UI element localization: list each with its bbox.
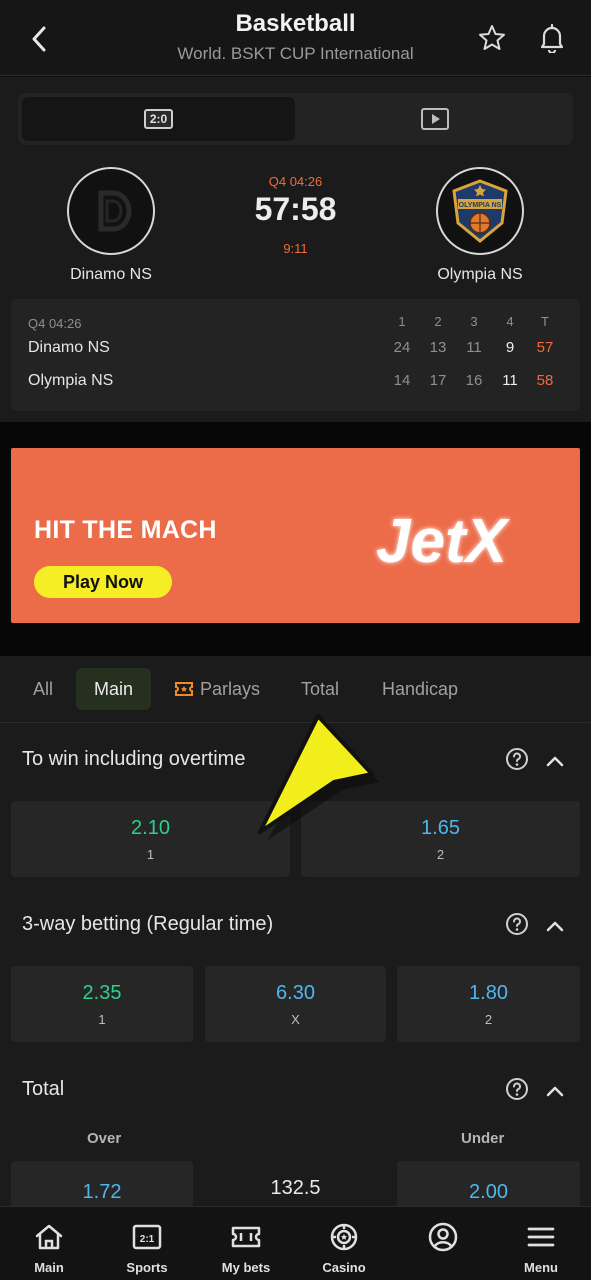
nav-my-bets[interactable]: My bets bbox=[197, 1207, 295, 1280]
score-cell: 14 bbox=[393, 372, 411, 389]
help-icon[interactable] bbox=[505, 747, 529, 771]
odd-value: 1.80 bbox=[469, 982, 508, 1004]
odd-value: 1.72 bbox=[82, 1181, 122, 1203]
score-cell: 16 bbox=[465, 372, 483, 389]
odd-value: 2.10 bbox=[131, 817, 170, 839]
odd-button[interactable]: 1.80 2 bbox=[397, 966, 580, 1042]
total-score-cell: 57 bbox=[536, 339, 554, 356]
odd-button[interactable]: 1.72 bbox=[11, 1161, 193, 1206]
svg-text:2:1: 2:1 bbox=[140, 1234, 155, 1245]
tab-all[interactable]: All bbox=[33, 668, 53, 710]
team2-name: Olympia NS bbox=[437, 266, 523, 283]
olympia-logo-icon: OLYMPIA NS bbox=[452, 179, 508, 243]
score-cell: 17 bbox=[429, 372, 447, 389]
odd-label: 1 bbox=[98, 1012, 106, 1027]
jetx-logo: JetX bbox=[376, 507, 511, 576]
chevron-up-icon[interactable] bbox=[543, 915, 567, 939]
nav-casino-label: Casino bbox=[322, 1260, 366, 1275]
team1-name: Dinamo NS bbox=[70, 266, 152, 283]
score-cell: 9 bbox=[505, 339, 515, 356]
chevron-up-icon[interactable] bbox=[543, 1080, 567, 1104]
match-scoreboard-section: 2:0 Dinamo NS Q4 04:26 57:58 9:11 OLYMPI… bbox=[0, 77, 591, 422]
odd-button[interactable]: 2.10 1 bbox=[11, 801, 290, 877]
tab-main[interactable]: Main bbox=[76, 668, 151, 710]
chevron-up-icon[interactable] bbox=[543, 750, 567, 774]
odd-label: X bbox=[291, 1012, 300, 1027]
odd-button[interactable]: 2.35 1 bbox=[11, 966, 193, 1042]
bottom-navigation: Main 2:1 Sports My bets Casino Menu bbox=[0, 1206, 591, 1280]
odd-value: 6.30 bbox=[276, 982, 315, 1004]
view-toggle: 2:0 bbox=[18, 93, 573, 145]
score-view-icon: 2:0 bbox=[143, 109, 174, 129]
score-view-tab[interactable]: 2:0 bbox=[22, 97, 295, 141]
bell-icon bbox=[540, 23, 564, 53]
total-line: 132.5 bbox=[270, 1177, 321, 1199]
nav-menu[interactable]: Menu bbox=[492, 1207, 590, 1280]
tab-handicap[interactable]: Handicap bbox=[382, 668, 458, 710]
under-column-header: Under bbox=[461, 1130, 505, 1147]
parlay-ticket-icon bbox=[175, 682, 193, 696]
score-cell: 24 bbox=[393, 339, 411, 356]
odd-button[interactable]: 6.30 X bbox=[205, 966, 386, 1042]
odd-value: 2.35 bbox=[82, 982, 122, 1004]
odd-value: 2.00 bbox=[469, 1181, 508, 1203]
nav-main-label: Main bbox=[34, 1260, 64, 1275]
help-icon[interactable] bbox=[505, 1077, 529, 1101]
home-icon bbox=[35, 1224, 63, 1250]
play-video-icon bbox=[421, 108, 449, 130]
scoreboard-team1: Dinamo NS bbox=[28, 339, 110, 356]
odd-label: 2 bbox=[484, 1012, 493, 1027]
period-header: 3 bbox=[470, 314, 478, 329]
banner-headline: HIT THE MACH bbox=[34, 516, 217, 544]
jetx-logo-text: JetX bbox=[376, 507, 511, 576]
star-icon bbox=[479, 25, 505, 50]
video-view-tab[interactable] bbox=[300, 97, 570, 141]
nav-main[interactable]: Main bbox=[0, 1207, 98, 1280]
total-score-cell: 58 bbox=[536, 372, 554, 389]
chip-icon bbox=[330, 1223, 358, 1251]
promo-banner-area: HIT THE MACH Play Now JetX bbox=[0, 422, 591, 656]
olympia-logo-text: OLYMPIA NS bbox=[459, 202, 502, 209]
scoreboard-icon: 2:1 bbox=[132, 1224, 162, 1250]
notifications-button[interactable] bbox=[534, 20, 570, 56]
menu-icon bbox=[527, 1227, 555, 1247]
tab-total[interactable]: Total bbox=[301, 668, 339, 710]
scoreboard-time: Q4 04:26 bbox=[28, 316, 82, 331]
score-cell: 11 bbox=[466, 339, 482, 356]
market-title: To win including overtime bbox=[22, 748, 246, 770]
period-scoreboard: Q4 04:26 1 2 3 4 T Dinamo NS 24 13 11 9 … bbox=[11, 299, 580, 411]
market-title: 3-way betting (Regular time) bbox=[22, 913, 274, 935]
play-now-button[interactable]: Play Now bbox=[34, 566, 172, 598]
nav-sports-label: Sports bbox=[126, 1260, 168, 1275]
ticket-icon bbox=[231, 1226, 261, 1248]
scoreboard-team2: Olympia NS bbox=[28, 372, 114, 389]
promo-banner[interactable]: HIT THE MACH Play Now JetX bbox=[11, 448, 580, 623]
help-icon[interactable] bbox=[505, 912, 529, 936]
cursor-pointer-icon bbox=[258, 714, 379, 840]
team2-logo: OLYMPIA NS bbox=[436, 167, 524, 255]
period-header: 4 bbox=[506, 314, 514, 329]
total-header: T bbox=[541, 314, 549, 329]
nav-sports[interactable]: 2:1 Sports bbox=[98, 1207, 196, 1280]
nav-my-bets-label: My bets bbox=[221, 1260, 271, 1275]
tab-parlays-label: Parlays bbox=[200, 678, 261, 699]
nav-profile[interactable] bbox=[394, 1207, 492, 1280]
favorite-button[interactable] bbox=[474, 20, 510, 56]
nav-menu-label: Menu bbox=[524, 1260, 558, 1275]
profile-icon bbox=[428, 1222, 458, 1252]
app-header: Basketball World. BSKT CUP International bbox=[0, 0, 591, 76]
score-cell: 11 bbox=[502, 372, 518, 389]
market-title: Total bbox=[22, 1078, 65, 1100]
tab-parlays[interactable]: Parlays bbox=[174, 668, 260, 710]
odd-label: 2 bbox=[436, 847, 445, 862]
nav-casino[interactable]: Casino bbox=[295, 1207, 393, 1280]
over-column-header: Over bbox=[87, 1130, 122, 1147]
odd-button[interactable]: 2.00 bbox=[397, 1161, 580, 1206]
period-header: 1 bbox=[398, 314, 406, 329]
odd-label: 1 bbox=[146, 847, 155, 862]
score-cell: 13 bbox=[429, 339, 447, 356]
period-header: 2 bbox=[434, 314, 442, 329]
